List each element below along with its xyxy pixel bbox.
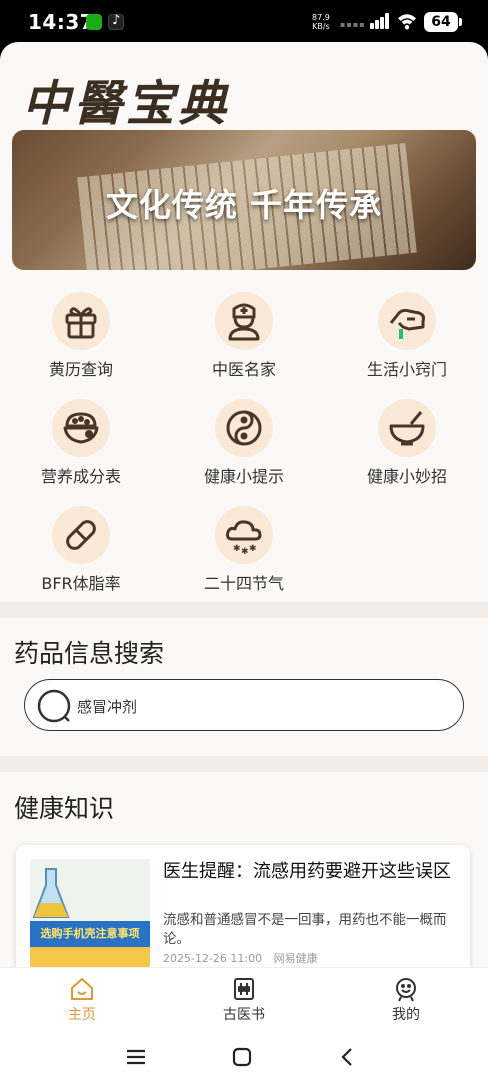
grid-label: 二十四节气 (203, 574, 284, 593)
app-screen: 中醫宝典 文化传统 千年传承 黄历查询 中医名家 生活小窍门 营养成分表 健康小… (0, 42, 488, 1085)
doctor-icon (215, 292, 273, 350)
network-speed: 87.9 KB/s (312, 13, 330, 31)
pill-icon (52, 506, 110, 564)
wifi-icon (398, 14, 416, 30)
grid-item-life-tips[interactable]: 生活小窍门 (337, 292, 477, 380)
article-meta: 2025-12-26 11:00 网易健康 (163, 950, 318, 966)
article-summary: 流感和普通感冒不是一回事，用药也不能一概而论。 (163, 912, 447, 947)
home-icon (71, 978, 93, 1000)
svg-text:✱: ✱ (241, 547, 249, 557)
grid-item-famous-doctors[interactable]: 中医名家 (174, 292, 314, 380)
battery-icon: 64 (424, 12, 462, 32)
grid-label: 生活小窍门 (366, 360, 447, 379)
app-logo: 中醫宝典 (22, 76, 231, 132)
tab-ancient-books[interactable]: 古医书 (194, 976, 294, 1024)
yin-yang-icon (215, 399, 273, 457)
status-time: 14:37 (28, 10, 95, 34)
tab-label: 我的 (392, 1007, 420, 1023)
grid-label: 健康小提示 (203, 467, 284, 486)
gift-icon (52, 292, 110, 350)
book-icon (234, 978, 254, 1000)
grid-item-nutrition[interactable]: 营养成分表 (11, 399, 151, 487)
snow-cloud-icon: ✱ ✱ ✱ (215, 506, 273, 564)
tab-label: 主页 (68, 1007, 96, 1023)
grid-item-health-tips[interactable]: 健康小提示 (174, 399, 314, 487)
knowledge-section-title: 健康知识 (14, 794, 115, 823)
article-thumbnail: 选购手机壳注意事项 (30, 859, 150, 967)
search-icon (37, 689, 71, 723)
thumbnail-footer (30, 947, 150, 967)
menu-icon[interactable] (124, 1045, 148, 1069)
article-source: 网易健康 (273, 952, 318, 965)
grid-item-body-fat[interactable]: BFR体脂率 (11, 506, 151, 594)
bowl-icon (52, 399, 110, 457)
smiley-icon (396, 978, 416, 1002)
wechat-icon (86, 14, 102, 30)
grid-label: BFR体脂率 (41, 574, 121, 593)
grid-label: 黄历查询 (48, 360, 113, 379)
banner[interactable]: 文化传统 千年传承 (12, 130, 476, 270)
network-speed-unit: KB/s (312, 22, 330, 31)
section-divider (0, 602, 488, 618)
article-title[interactable]: 医生提醒：流感用药要避开这些误区 (163, 859, 459, 885)
home-button-icon[interactable] (230, 1045, 254, 1069)
grid-label: 中医名家 (211, 360, 276, 379)
tab-home[interactable]: 主页 (32, 976, 132, 1024)
grid-label: 营养成分表 (40, 467, 121, 486)
hand-icon (378, 292, 436, 350)
grid-item-almanac[interactable]: 黄历查询 (11, 292, 151, 380)
flask-icon (32, 868, 70, 918)
status-bar: 14:37 87.9 KB/s ▪▪▪▪ 64 (0, 0, 488, 44)
system-nav-bar (0, 1029, 488, 1085)
section-divider (0, 756, 488, 772)
tab-label: 古医书 (223, 1007, 265, 1023)
article-date: 2025-12-26 11:00 (163, 952, 263, 965)
sim-indicator-icon: ▪▪▪▪ (340, 20, 366, 29)
article-card[interactable]: 选购手机壳注意事项 医生提醒：流感用药要避开这些误区 流感和普通感冒不是一回事，… (16, 845, 470, 985)
banner-title: 文化传统 千年传承 (105, 186, 383, 224)
tiktok-icon (108, 13, 124, 30)
svg-text:✱: ✱ (249, 544, 257, 554)
signal-icon (370, 13, 390, 29)
thumbnail-banner-text: 选购手机壳注意事项 (30, 921, 150, 947)
network-speed-value: 87.9 (312, 13, 330, 22)
bottom-tab-bar: 主页 古医书 我的 (0, 967, 488, 1029)
tab-profile[interactable]: 我的 (356, 976, 456, 1024)
grid-label: 健康小妙招 (366, 467, 447, 486)
svg-text:✱: ✱ (233, 544, 241, 554)
search-input[interactable] (77, 694, 447, 718)
search-section-title: 药品信息搜索 (14, 639, 165, 668)
mortar-icon (378, 399, 436, 457)
grid-item-health-tricks[interactable]: 健康小妙招 (337, 399, 477, 487)
grid-item-solar-terms[interactable]: ✱ ✱ ✱ 二十四节气 (174, 506, 314, 594)
back-icon[interactable] (336, 1045, 360, 1069)
search-box[interactable] (24, 679, 464, 731)
